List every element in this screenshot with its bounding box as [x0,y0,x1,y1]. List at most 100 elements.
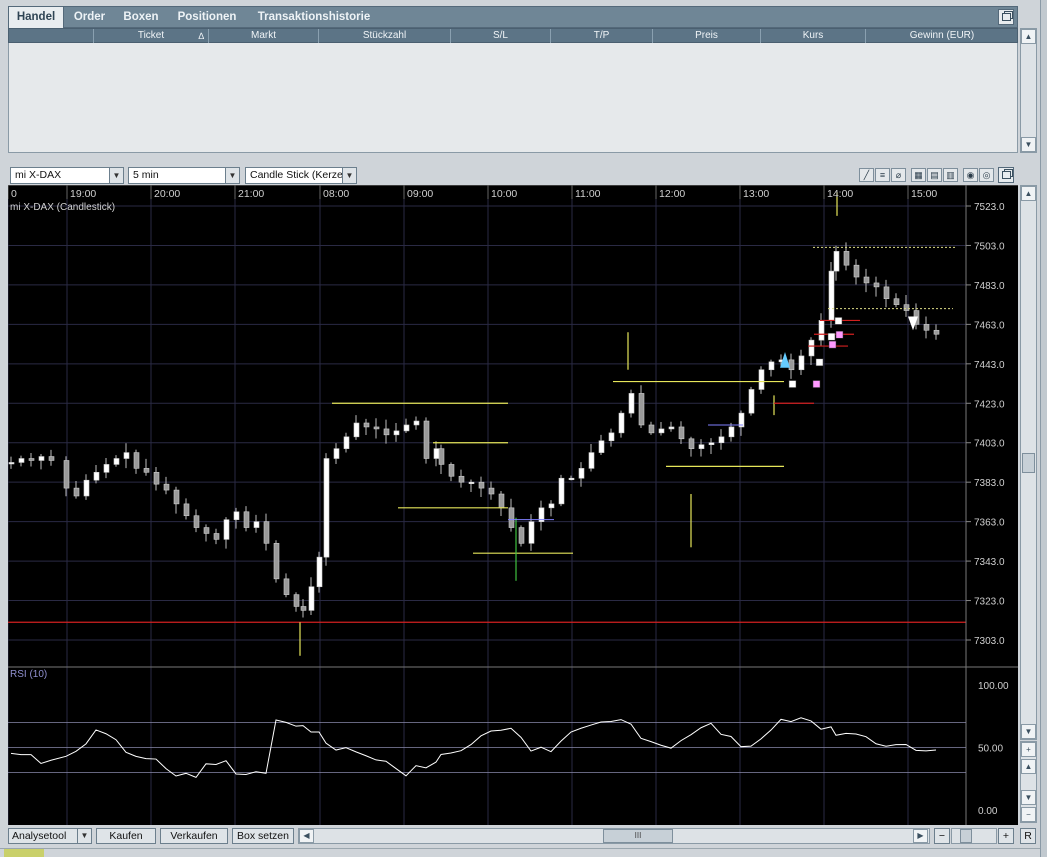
candle-body [638,393,645,426]
tab-transaktionshistorie[interactable]: Transaktionshistorie [249,7,379,28]
scroll-down-icon[interactable]: ▼ [1021,724,1036,739]
trade-marker [815,358,824,367]
candle-body [508,507,515,528]
scroll-thumb[interactable] [1022,453,1035,473]
candle-body [133,452,140,469]
candle-body [853,264,860,278]
grid-icon-2[interactable]: ▤ [927,168,942,182]
candle-body [468,481,475,484]
y-tick-label: 7523.0 [974,202,1005,213]
rsi-vscroll[interactable]: + ▲ ▼ − [1020,741,1037,823]
candle-body [883,286,890,300]
chart-type-select[interactable]: Candle Stick (Kerze ▼ [245,167,357,184]
candle-body [308,586,315,611]
candle-body [403,424,410,432]
candle-body [73,487,80,497]
candle-body [668,426,675,430]
column-ticket[interactable]: Ticket ∆ [94,29,209,43]
zoom-out-icon[interactable]: − [1021,807,1036,822]
y-tick-label: 7403.0 [974,439,1005,450]
chart-vscroll[interactable]: ▲ ▼ [1020,185,1037,740]
zoom-out-button[interactable]: − [934,828,950,844]
tab-handel[interactable]: Handel [9,7,64,28]
reset-button[interactable]: R [1020,828,1036,844]
sort-asc-icon: ∆ [198,31,204,41]
scroll-down-icon[interactable]: ▼ [1021,137,1036,152]
restore-chart-icon[interactable] [998,167,1014,183]
x-tick-label: 14:00 [827,188,853,200]
hscroll-thumb[interactable]: III [603,829,673,843]
candle-body [413,420,420,426]
x-tick-label: 10:00 [491,188,517,200]
zoom-in-icon[interactable]: + [1021,742,1036,757]
interval-select[interactable]: 5 min ▼ [128,167,240,184]
indicator-icon[interactable]: ◉ [963,168,978,182]
instrument-select[interactable]: mi X-DAX ▼ [10,167,124,184]
candle-body [8,462,15,465]
grid-icon-3[interactable]: ▥ [943,168,958,182]
chevron-down-icon[interactable]: ▼ [77,829,91,843]
candle-body [863,276,870,284]
instrument-value: mi X-DAX [15,169,62,181]
trading-window: Handel Order Boxen Positionen Transaktio… [0,0,1047,857]
rsi-tick-label: 0.00 [978,806,998,817]
tab-positionen[interactable]: Positionen [171,7,243,28]
x-tick-label: 19:00 [70,188,96,200]
scroll-up-icon[interactable]: ▲ [1021,186,1036,201]
candle-body [628,393,635,414]
y-tick-label: 7323.0 [974,597,1005,608]
candle-body [353,422,360,438]
price-chart[interactable]: 7523.0 7503.0 7483.0 7463.0 7443.0 7423.0 7403… [8,185,1018,825]
scroll-up-icon[interactable]: ▲ [1021,759,1036,774]
status-indicator [4,849,44,857]
chart-hscroll[interactable]: ◀ III ▶ [298,828,930,844]
scroll-right-icon[interactable]: ▶ [913,829,928,843]
y-tick-label: 7303.0 [974,636,1005,647]
draw-line-icon[interactable]: ╱ [859,168,874,182]
scroll-down-icon[interactable]: ▼ [1021,790,1036,805]
fibonacci-icon[interactable]: ⌀ [891,168,906,182]
trade-marker [835,330,844,339]
column-tp[interactable]: T/P [551,29,653,43]
box-setzen-button[interactable]: Box setzen [232,828,294,844]
column-kurs[interactable]: Kurs [761,29,866,43]
column-gewinn[interactable]: Gewinn (EUR) [866,29,1018,43]
scroll-up-icon[interactable]: ▲ [1021,29,1036,44]
channel-icon[interactable]: ≡ [875,168,890,182]
verkaufen-button[interactable]: Verkaufen [160,828,228,844]
column-stueckzahl[interactable]: Stückzahl [319,29,451,43]
grid-icon-1[interactable]: ▦ [911,168,926,182]
kaufen-button[interactable]: Kaufen [96,828,156,844]
candle-body [300,606,307,611]
candle-body [373,426,380,430]
zoom-thumb[interactable] [960,829,972,843]
tab-order[interactable]: Order [67,7,112,28]
zoom-in-button[interactable]: + [998,828,1014,844]
chevron-down-icon[interactable]: ▼ [342,168,356,183]
y-tick-label: 7363.0 [974,518,1005,529]
zoom-slider[interactable] [951,828,997,844]
candle-body [243,511,250,528]
candle-body [478,481,485,489]
scroll-left-icon[interactable]: ◀ [299,829,314,843]
tab-boxen[interactable]: Boxen [117,7,165,28]
y-tick-label: 7423.0 [974,399,1005,410]
chevron-down-icon[interactable]: ▼ [109,168,123,183]
column-preis[interactable]: Preis [653,29,761,43]
candle-body [558,477,565,505]
candle-body [833,251,840,272]
positions-table-header: Ticket ∆ Markt Stückzahl S/L T/P Preis Ku… [8,28,1018,43]
candle-body [548,503,555,509]
candle-body [283,578,290,595]
positions-scrollbar[interactable]: ▲ ▼ [1020,28,1037,153]
y-tick-label: 7383.0 [974,478,1005,489]
chevron-down-icon[interactable]: ▼ [225,168,239,183]
candle-body [488,487,495,495]
settings-icon[interactable]: ◎ [979,168,994,182]
column-markt[interactable]: Markt [209,29,319,43]
restore-window-icon[interactable] [998,9,1014,25]
y-tick-label: 7343.0 [974,557,1005,568]
x-tick-label: 08:00 [323,188,349,200]
column-sl[interactable]: S/L [451,29,551,43]
analysetool-select[interactable]: Analysetool ▼ [8,828,92,844]
